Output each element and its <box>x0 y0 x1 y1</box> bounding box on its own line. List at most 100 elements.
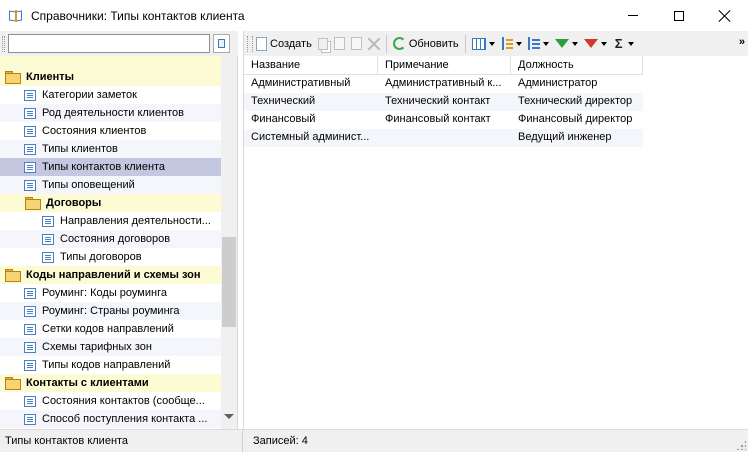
resize-grip[interactable] <box>736 440 746 450</box>
status-current-directory: Типы контактов клиента <box>0 429 243 452</box>
cell-name[interactable]: Технический <box>244 93 378 111</box>
list-icon <box>24 125 36 137</box>
list-icon <box>24 179 36 191</box>
copy-icon <box>317 37 328 50</box>
tree-group[interactable]: Клиенты <box>0 68 221 86</box>
filter-button[interactable] <box>552 33 581 55</box>
totals-button[interactable]: Σ <box>610 33 637 55</box>
columns-button[interactable] <box>469 33 498 55</box>
tree-item[interactable]: Роуминг: Страны роуминга <box>0 302 221 320</box>
list-icon <box>42 233 54 245</box>
list-icon <box>42 251 54 263</box>
table-row[interactable]: Административный Административный к... Адм… <box>244 75 643 93</box>
tree-label: Клиенты <box>26 71 75 83</box>
cell-position[interactable]: Технический директор <box>511 93 643 111</box>
tree-scrollbar[interactable] <box>221 56 237 429</box>
book-icon <box>8 8 24 24</box>
tree-item[interactable]: Способ поступления контакта ... <box>0 410 221 428</box>
tree-label: Род деятельности клиентов <box>42 107 185 119</box>
folder-icon <box>4 377 21 390</box>
tree-label: Типы оповещений <box>42 179 135 191</box>
tree-item[interactable]: Типы контактов клиента <box>0 158 221 176</box>
tree-label: Типы клиентов <box>42 143 118 155</box>
tree-item[interactable]: Типы договоров <box>0 248 221 266</box>
cell-note[interactable]: Технический контакт <box>378 93 511 111</box>
search-input[interactable] <box>8 34 210 53</box>
tree-item[interactable]: Типы кодов направлений <box>0 356 221 374</box>
group-button[interactable] <box>525 33 552 55</box>
tree-item[interactable]: Роуминг: Коды роуминга <box>0 284 221 302</box>
clear-filter-icon <box>583 39 598 48</box>
minimize-button[interactable] <box>610 0 656 31</box>
toolbar-overflow-button[interactable]: » <box>739 36 745 48</box>
tree-group[interactable]: Договоры <box>0 194 221 212</box>
tree-item[interactable]: Типы оповещений <box>0 176 221 194</box>
tree-label: Состояния договоров <box>60 233 171 245</box>
sort-button[interactable] <box>498 33 525 55</box>
tree-item[interactable]: Состояния контактов (сообще... <box>0 392 221 410</box>
paste-button[interactable] <box>331 33 348 55</box>
dropdown-icon <box>542 41 549 46</box>
tree-label: Типы кодов направлений <box>42 359 171 371</box>
cell-name[interactable]: Финансовый <box>244 111 378 129</box>
search-options-button[interactable] <box>213 34 230 53</box>
close-icon <box>719 10 731 22</box>
tree-item[interactable]: Направления деятельности... <box>0 212 221 230</box>
document-icon <box>218 39 225 48</box>
table-row[interactable]: Технический Технический контакт Технически… <box>244 93 643 111</box>
refresh-button[interactable]: Обновить <box>390 33 462 55</box>
cell-note[interactable]: Административный к... <box>378 75 511 93</box>
toolbar-grip[interactable] <box>2 36 5 52</box>
tree-item[interactable]: Типы клиентов <box>0 140 221 158</box>
clear-filter-button[interactable] <box>581 33 610 55</box>
grid-icon <box>471 37 486 50</box>
create-button[interactable]: Создать <box>253 33 315 55</box>
list-icon <box>24 89 36 101</box>
edit-button[interactable] <box>348 33 365 55</box>
cell-position[interactable]: Администратор <box>511 75 643 93</box>
new-document-icon <box>256 36 267 51</box>
tree-label: Типы контактов клиента <box>42 161 166 173</box>
tree-item[interactable]: Сетки кодов направлений <box>0 320 221 338</box>
create-label: Создать <box>270 37 312 50</box>
tree-label: Направления деятельности... <box>60 215 211 227</box>
delete-icon <box>368 38 380 50</box>
column-header-note[interactable]: Примечание <box>378 56 511 75</box>
tree-item[interactable]: Состояния клиентов <box>0 122 221 140</box>
copy-button[interactable] <box>315 33 331 55</box>
edit-icon <box>350 37 362 50</box>
scrollbar-thumb[interactable] <box>222 237 236 327</box>
column-header-position[interactable]: Должность <box>511 56 643 75</box>
tree-item[interactable]: Схемы тарифных зон <box>0 338 221 356</box>
close-button[interactable] <box>702 0 748 31</box>
tree-label: Категории заметок <box>42 89 137 101</box>
tree-label: Договоры <box>46 197 102 209</box>
tree-group-partial[interactable] <box>0 56 221 68</box>
cell-name[interactable]: Системный админист... <box>244 129 378 147</box>
cell-note[interactable] <box>378 129 511 147</box>
scroll-down-icon[interactable] <box>224 414 234 419</box>
cell-position[interactable]: Ведущий инженер <box>511 129 643 147</box>
tree-label: Состояния контактов (сообще... <box>42 395 205 407</box>
tree-group[interactable]: Контакты с клиентами <box>0 374 221 392</box>
tree-item[interactable]: Состояния договоров <box>0 230 221 248</box>
paste-icon <box>333 37 345 50</box>
tree-label: Контакты с клиентами <box>26 377 149 389</box>
list-icon <box>24 143 36 155</box>
grid-header: Название Примечание Должность <box>244 56 643 75</box>
cell-name[interactable]: Административный <box>244 75 378 93</box>
table-row[interactable]: Финансовый Финансовый контакт Финансовый д… <box>244 111 643 129</box>
cell-note[interactable]: Финансовый контакт <box>378 111 511 129</box>
delete-button[interactable] <box>365 33 383 55</box>
toolbar: Создать Обновить Σ » <box>244 31 748 56</box>
column-header-name[interactable]: Название <box>244 56 378 75</box>
directory-tree[interactable]: Клиенты Категории заметок Род деятельности… <box>0 56 221 429</box>
folder-icon <box>4 71 21 84</box>
tree-group[interactable]: Коды направлений и схемы зон <box>0 266 221 284</box>
maximize-button[interactable] <box>656 0 702 31</box>
table-row[interactable]: Системный админист... Ведущий инженер <box>244 129 643 147</box>
tree-item[interactable]: Категории заметок <box>0 86 221 104</box>
dropdown-icon <box>600 41 607 46</box>
tree-item[interactable]: Род деятельности клиентов <box>0 104 221 122</box>
cell-position[interactable]: Финансовый директор <box>511 111 643 129</box>
